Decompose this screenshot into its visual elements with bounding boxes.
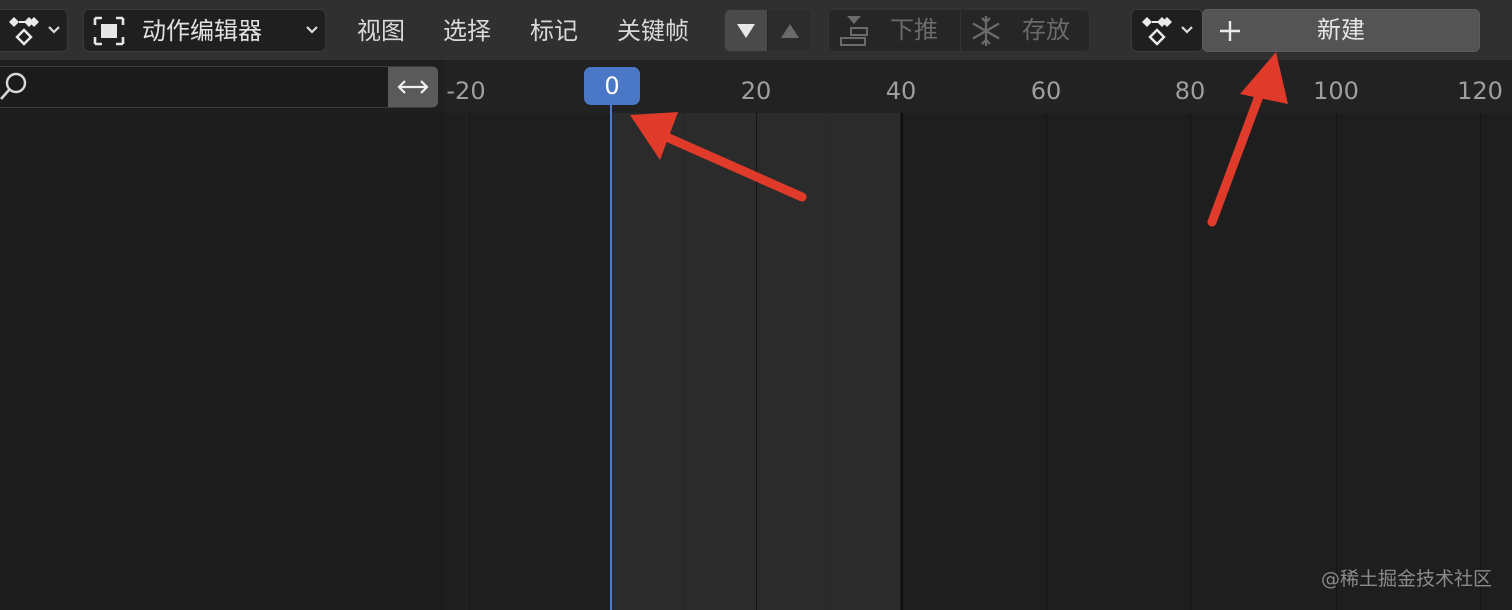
channel-list[interactable] bbox=[0, 112, 444, 610]
ruler-label: 100 bbox=[1313, 77, 1359, 105]
gridline bbox=[684, 113, 685, 610]
ruler-label: 80 bbox=[1174, 77, 1206, 105]
menu-keyframe[interactable]: 关键帧 bbox=[617, 16, 689, 46]
push-down-button[interactable]: 下推 bbox=[829, 10, 959, 51]
chevron-down-icon bbox=[48, 26, 60, 34]
new-action-button[interactable]: 新建 bbox=[1202, 9, 1480, 52]
action-browse-selector[interactable] bbox=[1131, 9, 1203, 52]
stash-label: 存放 bbox=[1022, 16, 1070, 44]
current-frame-label: 0 bbox=[604, 72, 620, 100]
gridline bbox=[901, 113, 903, 610]
action-editor-icon bbox=[93, 16, 125, 46]
search-icon bbox=[0, 72, 27, 100]
gridline bbox=[1190, 113, 1191, 610]
menu-marker[interactable]: 标记 bbox=[530, 16, 578, 46]
gridline bbox=[829, 113, 830, 610]
swap-horizontal-icon bbox=[397, 80, 429, 94]
ruler-label: 20 bbox=[740, 77, 772, 105]
gridline bbox=[1480, 113, 1481, 610]
editor-type-label: 动作编辑器 bbox=[142, 17, 262, 45]
channel-search-input[interactable] bbox=[0, 66, 438, 108]
action-editor-window: 动作编辑器 视图 选择 标记 关键帧 下推 存放 新建 -20 20 40 60… bbox=[0, 0, 1512, 610]
menu-select[interactable]: 选择 bbox=[443, 16, 491, 46]
keyframe-area[interactable] bbox=[444, 113, 1512, 610]
keyframe-mode-icon bbox=[9, 17, 39, 46]
watermark: @稀土掘金技术社区 bbox=[1320, 568, 1492, 590]
keyframe-mode-icon bbox=[1142, 17, 1172, 46]
ruler-label: 60 bbox=[1030, 77, 1062, 105]
ruler-label: -20 bbox=[446, 77, 486, 105]
jump-up-button[interactable] bbox=[768, 10, 811, 51]
playhead-line[interactable] bbox=[610, 104, 612, 610]
menu-view[interactable]: 视图 bbox=[357, 16, 405, 46]
gridline bbox=[466, 113, 467, 610]
new-action-label: 新建 bbox=[1317, 16, 1365, 44]
gridline bbox=[756, 113, 757, 610]
chevron-down-icon bbox=[1181, 26, 1193, 34]
action-ops-group: 下推 存放 bbox=[828, 9, 1090, 52]
snowflake-icon bbox=[972, 16, 1000, 46]
triangle-up-icon bbox=[781, 24, 799, 38]
stash-button[interactable]: 存放 bbox=[960, 10, 1089, 51]
current-frame-indicator[interactable]: 0 bbox=[584, 67, 640, 105]
ruler-label: 120 bbox=[1457, 77, 1503, 105]
editor-type-selector[interactable]: 动作编辑器 bbox=[83, 9, 326, 52]
jump-down-button[interactable] bbox=[725, 10, 767, 51]
chevron-down-icon bbox=[306, 26, 318, 34]
gridline bbox=[1046, 113, 1047, 610]
header-toolbar: 动作编辑器 视图 选择 标记 关键帧 下推 存放 新建 bbox=[0, 0, 1512, 60]
swap-filter-button[interactable] bbox=[388, 67, 438, 107]
dopesheet-mode-selector[interactable] bbox=[0, 9, 68, 52]
push-down-icon bbox=[840, 16, 868, 46]
push-down-label: 下推 bbox=[890, 16, 938, 44]
ruler-label: 40 bbox=[885, 77, 917, 105]
triangle-down-icon bbox=[737, 24, 755, 38]
gridline bbox=[1336, 113, 1337, 610]
keyframe-nav-group bbox=[724, 9, 812, 52]
